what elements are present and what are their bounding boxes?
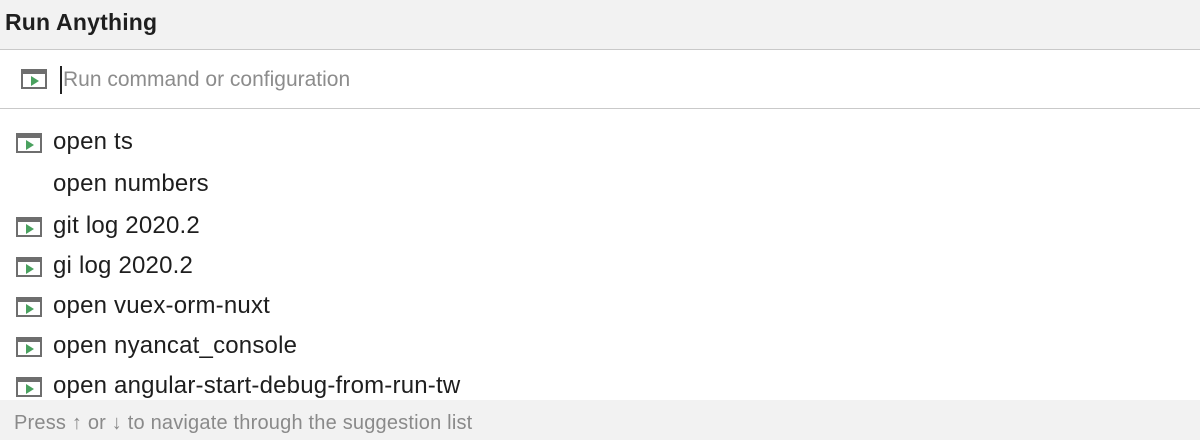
- run-anything-popup: Run Anything open ts open numbers git lo…: [0, 0, 1200, 440]
- run-command-input[interactable]: [63, 63, 1163, 97]
- list-item[interactable]: git log 2020.2: [0, 201, 1200, 241]
- list-item-label: open ts: [53, 128, 134, 155]
- list-item[interactable]: open vuex-orm-nuxt: [0, 281, 1200, 321]
- run-configuration-icon: [16, 377, 42, 397]
- popup-footer: Press ↑ or ↓ to navigate through the sug…: [0, 400, 1200, 440]
- list-item-label: open nyancat_console: [53, 332, 298, 359]
- navigation-hint: Press ↑ or ↓ to navigate through the sug…: [14, 412, 473, 434]
- list-item-label: open vuex-orm-nuxt: [53, 292, 271, 319]
- run-configuration-icon: [21, 69, 47, 89]
- list-item-label: git log 2020.2: [53, 212, 200, 239]
- list-item-label: open angular-start-debug-from-run-tw: [53, 372, 461, 399]
- search-row: [0, 51, 1200, 109]
- list-item[interactable]: open angular-start-debug-from-run-tw: [0, 361, 1200, 400]
- run-configuration-icon: [16, 217, 42, 237]
- text-caret: [60, 66, 62, 94]
- list-item-label: gi log 2020.2: [53, 252, 194, 279]
- run-configuration-icon: [16, 337, 42, 357]
- popup-header: Run Anything: [0, 0, 1200, 50]
- suggestion-list: open ts open numbers git log 2020.2 gi l…: [0, 110, 1200, 400]
- run-configuration-icon: [16, 257, 42, 277]
- list-item[interactable]: gi log 2020.2: [0, 241, 1200, 281]
- run-configuration-icon: [16, 297, 42, 317]
- run-configuration-icon: [16, 133, 42, 153]
- list-item[interactable]: open nyancat_console: [0, 321, 1200, 361]
- list-item-label: open numbers: [53, 170, 209, 197]
- popup-title: Run Anything: [5, 9, 158, 35]
- list-item[interactable]: open ts: [0, 117, 1200, 157]
- list-item[interactable]: open numbers: [0, 159, 1200, 199]
